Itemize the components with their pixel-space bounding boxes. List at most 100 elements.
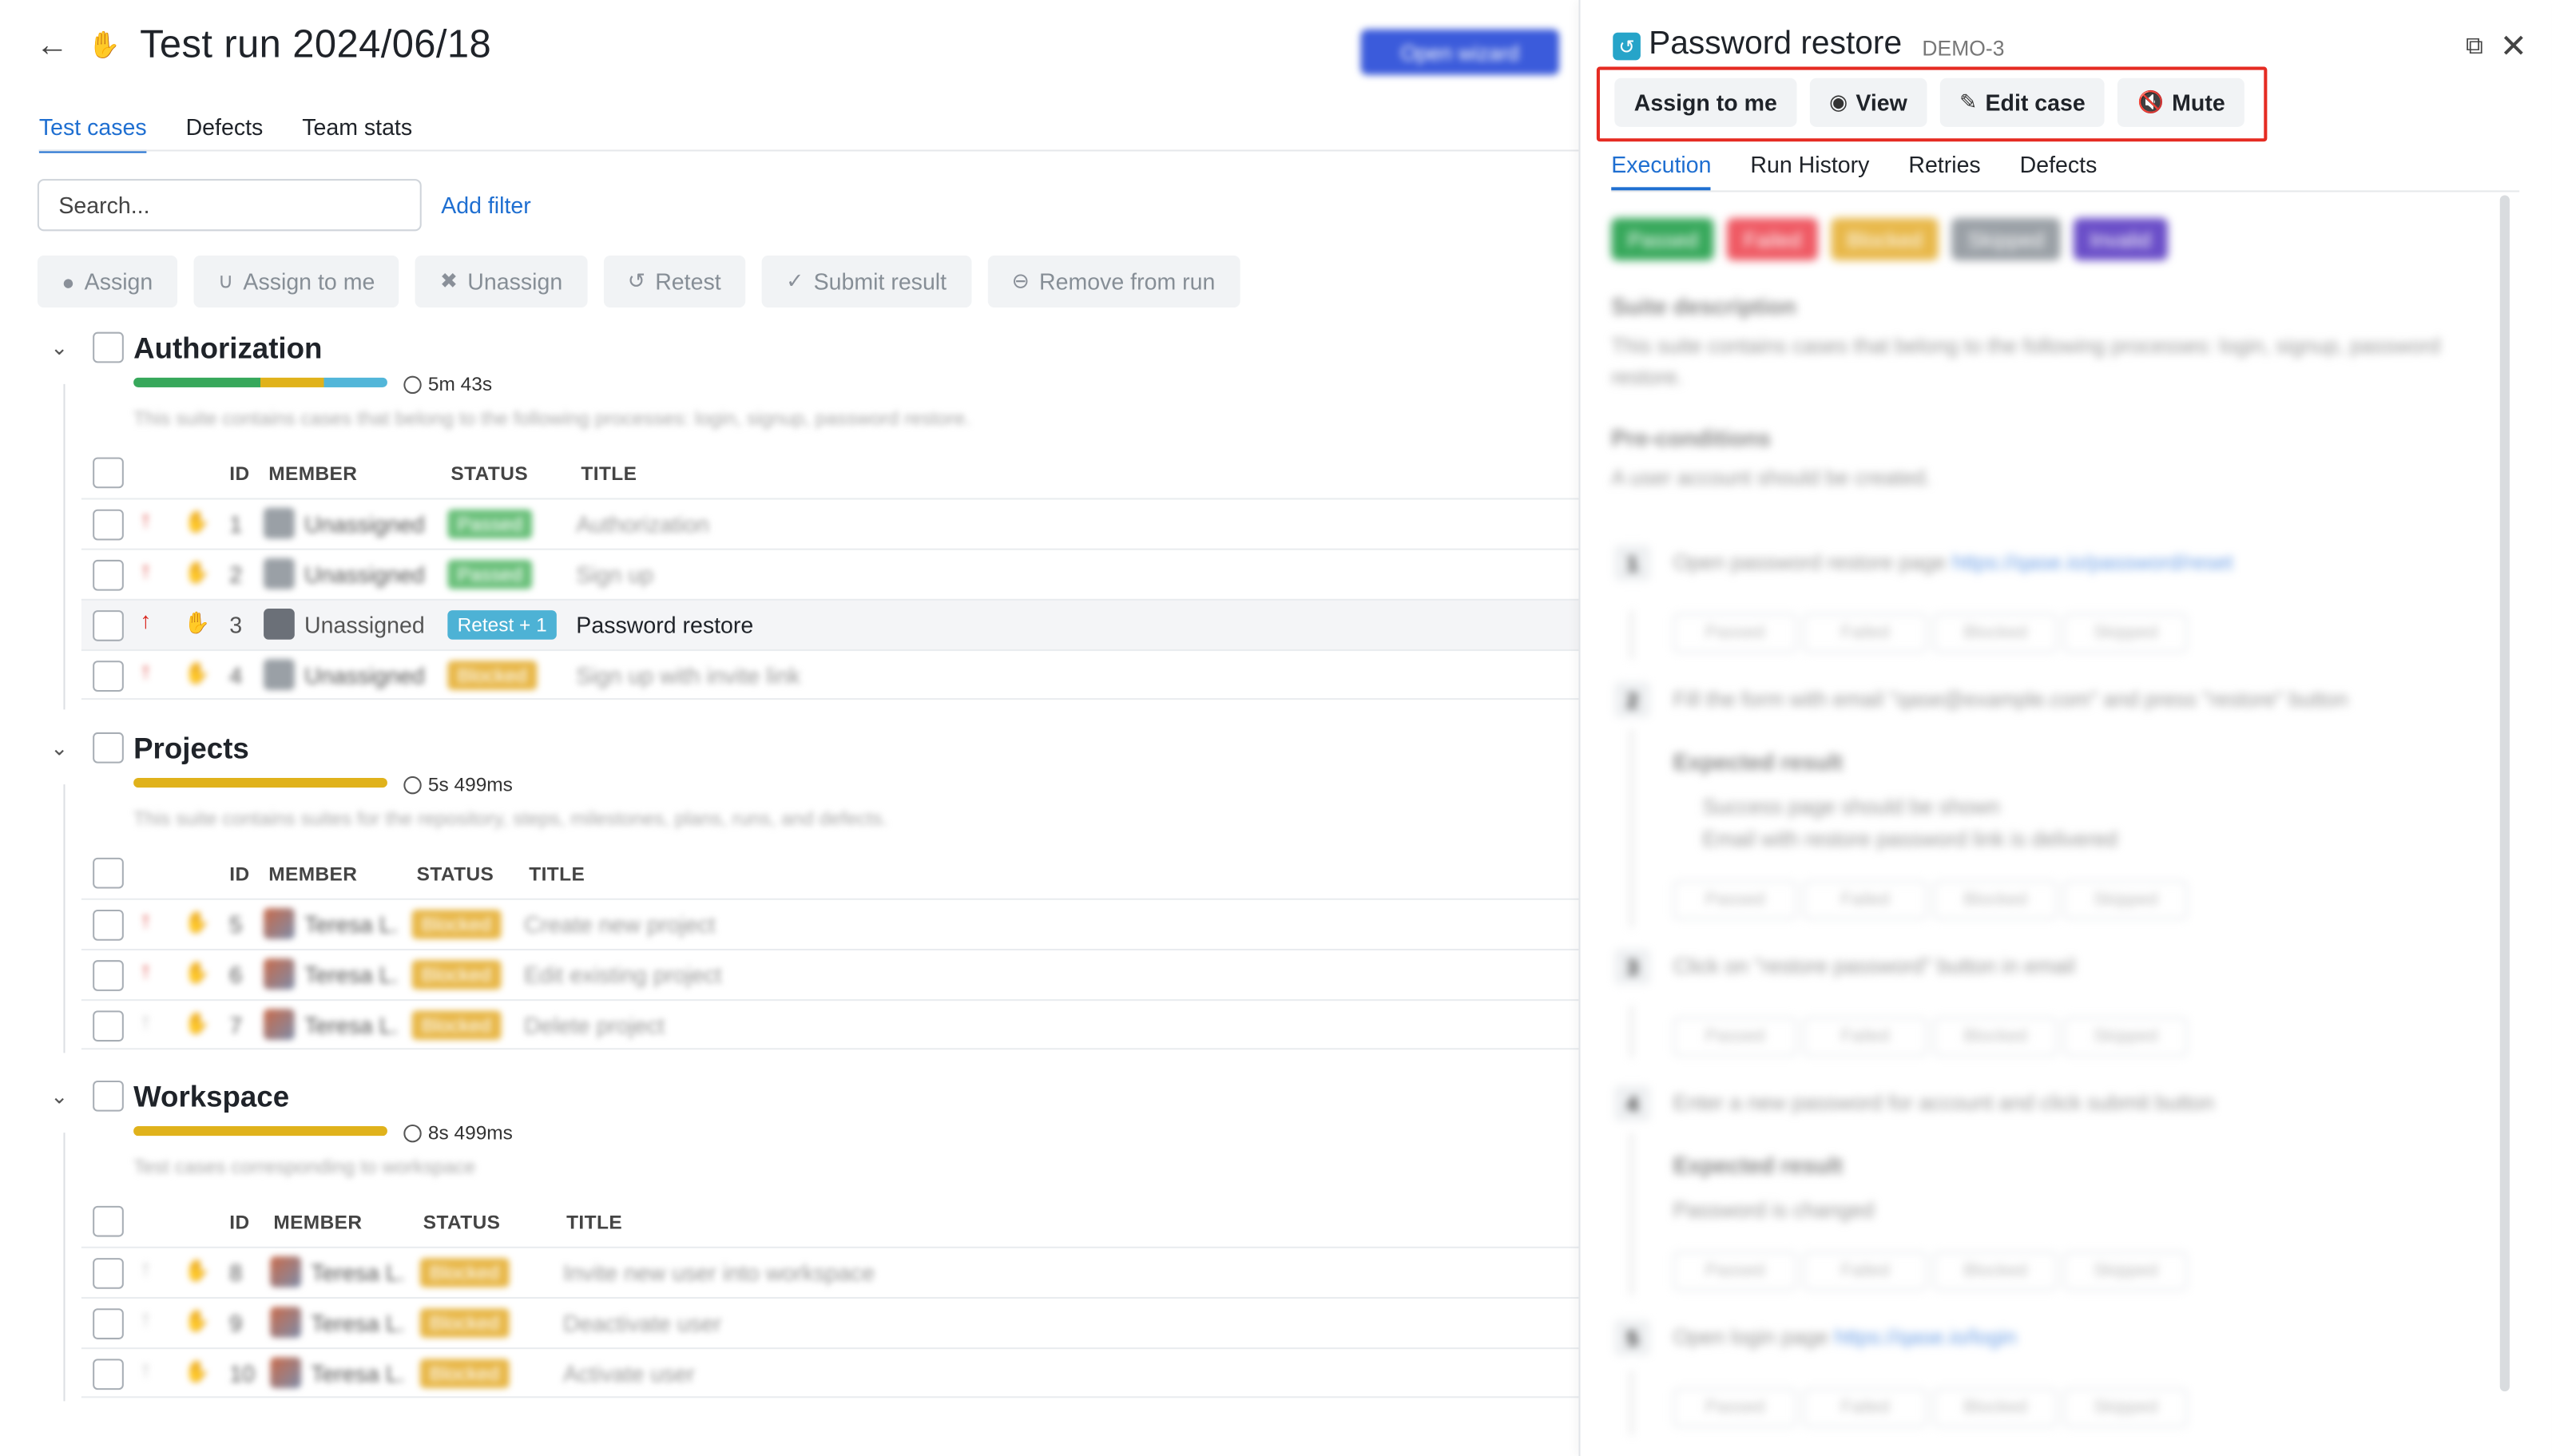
- table-row[interactable]: ↑ ✋ 5 Teresa L. Blocked Create new proje…: [81, 898, 1579, 949]
- row-checkbox[interactable]: [93, 559, 124, 591]
- suite-checkbox[interactable]: [93, 331, 124, 363]
- retest-button[interactable]: ↺ Retest: [603, 255, 746, 308]
- close-icon[interactable]: ✕: [2500, 26, 2527, 67]
- tab-test-cases[interactable]: Test cases: [38, 114, 147, 153]
- hand-icon: ✋: [184, 1359, 211, 1383]
- tab-defects[interactable]: Defects: [2020, 151, 2098, 190]
- bulk-toolbar: ● Assign ∪ Assign to me ✖ Unassign ↺ Retest …: [37, 255, 1240, 308]
- open-wizard-button[interactable]: Open wizard: [1360, 29, 1560, 75]
- step-passed-button[interactable]: Passed: [1673, 1388, 1797, 1427]
- assign-to-me-button[interactable]: ∪ Assign to me: [193, 255, 399, 308]
- status-badge: Blocked: [419, 1258, 510, 1287]
- step-skipped-button[interactable]: Skipped: [2063, 613, 2188, 653]
- tab-retries[interactable]: Retries: [1908, 151, 1980, 190]
- tab-execution[interactable]: Execution: [1611, 151, 1712, 191]
- step-failed-button[interactable]: Failed: [1803, 1017, 1927, 1057]
- row-title: Sign up: [576, 561, 654, 588]
- chip-passed[interactable]: Passed: [1611, 218, 1715, 261]
- expected-item: Email with restore password link is deli…: [1702, 827, 2118, 851]
- step-link[interactable]: https://qase.io/login: [1834, 1325, 2016, 1350]
- step-passed-button[interactable]: Passed: [1673, 1017, 1797, 1057]
- row-checkbox[interactable]: [93, 910, 124, 941]
- row-checkbox[interactable]: [93, 1010, 124, 1042]
- chip-skipped[interactable]: Skipped: [1951, 218, 2061, 261]
- table-row-selected[interactable]: ↑ ✋ 3 Unassigned Retest + 1 Password res…: [81, 598, 1579, 650]
- step-failed-button[interactable]: Failed: [1803, 613, 1927, 653]
- row-checkbox[interactable]: [93, 1359, 124, 1391]
- chevron-down-icon[interactable]: ⌄: [50, 335, 68, 362]
- step-passed-button[interactable]: Passed: [1673, 880, 1797, 920]
- step-skipped-button[interactable]: Skipped: [2063, 1251, 2188, 1291]
- step-skipped-button[interactable]: Skipped: [2063, 1017, 2188, 1057]
- select-all-checkbox[interactable]: [93, 1205, 124, 1237]
- chip-invalid[interactable]: Invalid: [2073, 218, 2168, 261]
- remove-from-run-button[interactable]: ⊖ Remove from run: [987, 255, 1240, 308]
- step-skipped-button[interactable]: Skipped: [2063, 880, 2188, 920]
- row-checkbox[interactable]: [93, 960, 124, 991]
- row-member: Unassigned: [304, 561, 425, 588]
- tab-run-history[interactable]: Run History: [1750, 151, 1869, 190]
- row-id: 6: [229, 962, 243, 988]
- magnet-icon: ∪: [217, 268, 234, 293]
- select-all-checkbox[interactable]: [93, 857, 124, 889]
- case-id: DEMO-3: [1922, 35, 2005, 61]
- step-failed-button[interactable]: Failed: [1803, 1388, 1927, 1427]
- step-failed-button[interactable]: Failed: [1803, 1251, 1927, 1291]
- priority-icon: ↑: [140, 1007, 152, 1033]
- unassign-button[interactable]: ✖ Unassign: [415, 255, 587, 308]
- mute-button[interactable]: 🔇 Mute: [2117, 77, 2245, 127]
- step-failed-button[interactable]: Failed: [1803, 880, 1927, 920]
- page-header: ← ✋ Test run 2024/06/18: [36, 23, 491, 69]
- step-blocked-button[interactable]: Blocked: [1933, 880, 2058, 920]
- row-checkbox[interactable]: [93, 509, 124, 541]
- status-badge[interactable]: Retest + 1: [447, 610, 557, 640]
- chip-failed[interactable]: Failed: [1727, 218, 1818, 261]
- avatar: [270, 1357, 301, 1389]
- table-row[interactable]: ↑ ✋ 9 Teresa L. Blocked Deactivate user: [81, 1296, 1579, 1347]
- clock-icon: [403, 375, 422, 394]
- step-line: [1630, 1370, 1633, 1436]
- chevron-down-icon[interactable]: ⌄: [50, 736, 68, 762]
- suite-checkbox[interactable]: [93, 732, 124, 764]
- add-filter-link[interactable]: Add filter: [441, 192, 531, 218]
- table-row[interactable]: ↑ ✋ 2 Unassigned Passed Sign up: [81, 548, 1579, 599]
- tab-defects[interactable]: Defects: [186, 114, 264, 153]
- step-link[interactable]: https://qase.io/password/reset: [1952, 550, 2233, 575]
- col-status: STATUS: [423, 1210, 501, 1234]
- row-checkbox[interactable]: [93, 661, 124, 692]
- suite-checkbox[interactable]: [93, 1080, 124, 1112]
- avatar: [264, 609, 295, 640]
- table-row[interactable]: ↑ ✋ 6 Teresa L. Blocked Edit existing pr…: [81, 948, 1579, 999]
- search-input[interactable]: Search...: [37, 179, 422, 232]
- edit-case-button[interactable]: ✎ Edit case: [1939, 77, 2105, 127]
- table-row[interactable]: ↑ ✋ 8 Teresa L. Blocked Invite new user …: [81, 1246, 1579, 1297]
- assign-button[interactable]: ● Assign: [37, 255, 177, 308]
- table-row[interactable]: ↑ ✋ 4 Unassigned Blocked Sign up with in…: [81, 649, 1579, 700]
- table-row[interactable]: ↑ ✋ 1 Unassigned Passed Authorization: [81, 498, 1579, 549]
- assign-to-me-button[interactable]: Assign to me: [1614, 77, 1797, 127]
- select-all-checkbox[interactable]: [93, 457, 124, 489]
- row-title[interactable]: Password restore: [576, 612, 753, 638]
- step-blocked-button[interactable]: Blocked: [1933, 613, 2058, 653]
- row-id: 9: [229, 1310, 243, 1336]
- window-restore-icon[interactable]: ⧉: [2466, 33, 2483, 61]
- step-passed-button[interactable]: Passed: [1673, 1251, 1797, 1291]
- chip-blocked[interactable]: Blocked: [1830, 218, 1939, 261]
- arrow-left-icon[interactable]: ←: [36, 27, 69, 65]
- submit-result-button[interactable]: ✓ Submit result: [761, 255, 971, 308]
- table-row[interactable]: ↑ ✋ 10 Teresa L. Blocked Activate user: [81, 1347, 1579, 1398]
- suite-authorization: ⌄ Authorization 5m 43s This suite contai…: [0, 326, 1579, 716]
- row-checkbox[interactable]: [93, 610, 124, 641]
- tab-team-stats[interactable]: Team stats: [302, 114, 412, 153]
- step-skipped-button[interactable]: Skipped: [2063, 1388, 2188, 1427]
- view-button[interactable]: ◉ View: [1809, 77, 1927, 127]
- col-id: ID: [229, 862, 250, 886]
- step-passed-button[interactable]: Passed: [1673, 613, 1797, 653]
- step-blocked-button[interactable]: Blocked: [1933, 1017, 2058, 1057]
- table-row[interactable]: ↑ ✋ 7 Teresa L. Blocked Delete project: [81, 999, 1579, 1050]
- step-blocked-button[interactable]: Blocked: [1933, 1251, 2058, 1291]
- chevron-down-icon[interactable]: ⌄: [50, 1084, 68, 1110]
- row-checkbox[interactable]: [93, 1258, 124, 1289]
- row-checkbox[interactable]: [93, 1308, 124, 1339]
- step-blocked-button[interactable]: Blocked: [1933, 1388, 2058, 1427]
